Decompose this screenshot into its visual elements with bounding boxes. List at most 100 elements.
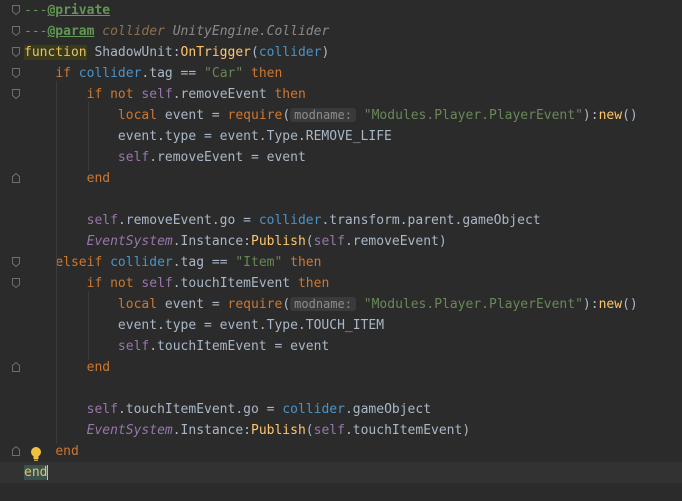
code-line[interactable]: elseif collider.tag == "Item" then xyxy=(24,252,321,273)
fold-marker-icon[interactable] xyxy=(12,47,20,57)
code-token: @param xyxy=(47,24,95,39)
code-token: require xyxy=(227,297,283,312)
fold-marker-icon[interactable] xyxy=(12,173,20,183)
code-line[interactable]: self.removeEvent.go = collider.transform… xyxy=(24,210,541,231)
code-token: ( xyxy=(282,297,291,312)
code-token: collider xyxy=(110,255,173,270)
code-token: ( xyxy=(305,234,314,249)
code-token: event = xyxy=(157,108,228,123)
code-line[interactable]: EventSystem.Instance:Publish(self.touchI… xyxy=(24,420,471,441)
code-token: local xyxy=(117,297,158,312)
code-token: () xyxy=(622,108,638,123)
code-lines[interactable]: ---@private ---@param collider UnityEngin… xyxy=(0,0,682,501)
code-token: .gameObject xyxy=(344,402,432,417)
code-token: then xyxy=(290,255,322,270)
code-token: self xyxy=(86,213,118,228)
code-token: Publish xyxy=(251,423,306,438)
code-token: @private xyxy=(47,3,111,18)
code-line[interactable]: ---@private xyxy=(24,0,110,21)
code-token: collider xyxy=(94,24,173,39)
code-line[interactable]: if not self.removeEvent then xyxy=(24,84,306,105)
code-token: elseif xyxy=(55,255,103,270)
code-token: function xyxy=(24,45,87,60)
code-token: end xyxy=(24,465,48,480)
code-token: .Instance: xyxy=(172,234,251,249)
fold-marker-icon[interactable] xyxy=(12,278,20,288)
fold-marker-icon[interactable] xyxy=(12,362,20,372)
code-line[interactable]: self.touchItemEvent.go = collider.gameOb… xyxy=(24,399,431,420)
code-token: "Modules.Player.PlayerEvent" xyxy=(363,297,583,312)
fold-marker-icon[interactable] xyxy=(12,26,20,36)
code-token: ( xyxy=(282,108,291,123)
code-line[interactable]: function ShadowUnit:OnTrigger(collider) xyxy=(24,42,329,63)
code-token: --- xyxy=(24,24,48,39)
code-token: local xyxy=(117,108,158,123)
code-token: ) xyxy=(321,45,330,60)
code-line[interactable]: end xyxy=(0,462,682,483)
indent-guide xyxy=(56,81,57,444)
code-token: "Modules.Player.PlayerEvent" xyxy=(363,108,583,123)
code-token: self xyxy=(117,339,150,354)
code-line[interactable]: self.touchItemEvent = event xyxy=(24,336,329,357)
code-token: collider xyxy=(78,66,142,81)
parameter-hint: modname: xyxy=(290,297,356,311)
code-line[interactable]: event.type = event.Type.TOUCH_ITEM xyxy=(24,315,384,336)
code-token: require xyxy=(227,108,283,123)
code-token: ( xyxy=(305,423,314,438)
code-line[interactable]: self.removeEvent = event xyxy=(24,147,306,168)
code-token: self xyxy=(313,423,345,438)
code-token: .touchItemEvent xyxy=(172,276,298,291)
code-token: OnTrigger xyxy=(180,45,251,60)
code-line[interactable]: event.type = event.Type.REMOVE_LIFE xyxy=(24,126,392,147)
code-editor[interactable]: ---@private ---@param collider UnityEngin… xyxy=(0,0,682,501)
code-token: self xyxy=(86,402,118,417)
code-line[interactable]: local event = require(modname: "Modules.… xyxy=(24,105,638,126)
code-line[interactable]: EventSystem.Instance:Publish(self.remove… xyxy=(24,231,447,252)
code-token: self xyxy=(141,87,173,102)
code-line[interactable]: local event = require(modname: "Modules.… xyxy=(24,294,638,315)
code-token: event = xyxy=(157,297,228,312)
code-line[interactable]: ---@param collider UnityEngine.Collider xyxy=(24,21,329,42)
code-token: .touchItemEvent) xyxy=(344,423,471,438)
fold-marker-icon[interactable] xyxy=(12,68,20,78)
code-token: "Car" xyxy=(204,66,244,81)
code-line[interactable]: end xyxy=(24,357,110,378)
code-token: then xyxy=(274,87,306,102)
code-token: self xyxy=(141,276,173,291)
editor-gutter xyxy=(0,0,24,501)
lightbulb-icon[interactable] xyxy=(29,446,43,462)
fold-marker-icon[interactable] xyxy=(12,89,20,99)
code-line[interactable]: if collider.tag == "Car" then xyxy=(24,63,282,84)
code-token: end xyxy=(86,360,111,375)
code-token: () xyxy=(622,297,638,312)
fold-marker-icon[interactable] xyxy=(12,257,20,267)
code-token: .removeEvent) xyxy=(344,234,447,249)
code-token: .touchItemEvent = event xyxy=(149,339,330,354)
code-token: collider xyxy=(282,402,345,417)
code-token: .tag == xyxy=(141,66,205,81)
code-token: end xyxy=(86,171,111,186)
code-token: .transform.parent.gameObject xyxy=(321,213,541,228)
code-token: EventSystem xyxy=(86,423,173,438)
code-line[interactable]: if not self.touchItemEvent then xyxy=(24,273,330,294)
fold-marker-icon[interactable] xyxy=(12,446,20,456)
code-token: end xyxy=(55,444,79,459)
fold-marker-icon[interactable] xyxy=(12,5,20,15)
code-token: new xyxy=(598,297,623,312)
code-token: if not xyxy=(86,276,134,291)
code-token: .removeEvent = event xyxy=(149,150,306,165)
code-line[interactable]: end xyxy=(24,168,110,189)
code-token: event.type = event.Type.REMOVE_LIFE xyxy=(24,129,392,144)
indent-guide xyxy=(88,291,89,360)
code-token: .touchItemEvent.go = xyxy=(117,402,283,417)
code-token: .removeEvent.go = xyxy=(117,213,259,228)
